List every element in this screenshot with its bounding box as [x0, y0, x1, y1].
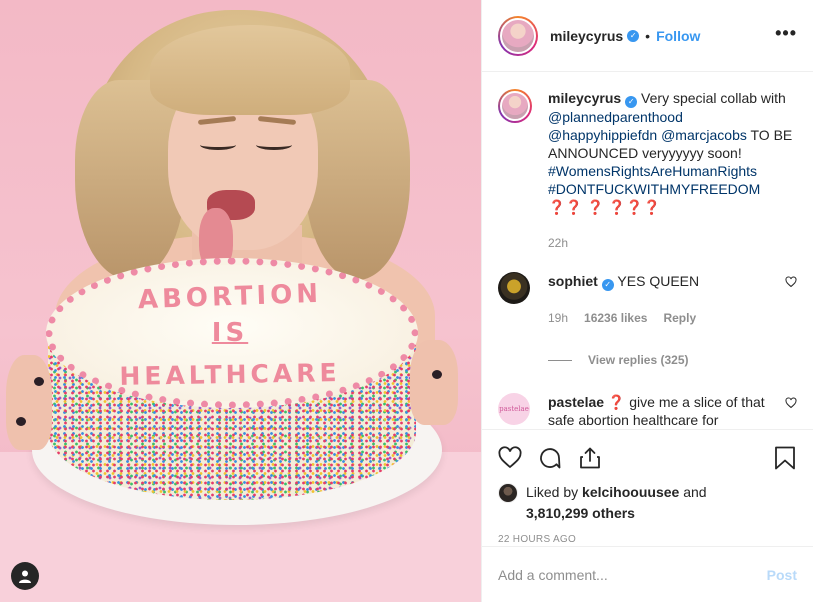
fringe — [150, 25, 350, 115]
share-icon — [580, 447, 600, 469]
likes-summary: Liked by kelcihoouusee and 3,810,299 oth… — [498, 482, 797, 524]
hashtag-link[interactable]: #DONTFUCKWITHMYFREEDOM — [548, 181, 760, 197]
caption: mileycyrus ✓ Very special collab with @pl… — [498, 89, 797, 252]
likes-middle: and — [679, 484, 707, 500]
comment-username[interactable]: pastelae — [548, 394, 604, 410]
mention-link[interactable]: @marcjacobs — [661, 127, 747, 143]
user-tag-icon — [19, 570, 31, 583]
comment-body: pastelae ❓ give me a slice of that safe … — [548, 393, 793, 429]
author-avatar-image — [500, 17, 536, 54]
cake-text-line-2: IS — [211, 318, 249, 348]
author-avatar[interactable] — [498, 15, 538, 56]
nail — [34, 377, 44, 386]
liker-username[interactable]: kelcihoouusee — [582, 484, 679, 500]
bookmark-icon — [775, 446, 795, 470]
caption-avatar[interactable] — [498, 89, 532, 123]
comment-avatar-text: pastelae — [499, 405, 529, 413]
post-actions: Liked by kelcihoouusee and 3,810,299 oth… — [482, 429, 813, 545]
save-button[interactable] — [765, 438, 805, 478]
heart-icon — [498, 446, 522, 469]
post-photo[interactable]: ABORTION IS HEALTHCARE — [0, 0, 481, 602]
right-hand — [410, 340, 458, 425]
post-timestamp[interactable]: 22 HOURS AGO — [498, 534, 797, 545]
comment-meta: 19h 16236 likes Reply — [548, 309, 793, 327]
likes-count[interactable]: 3,810,299 others — [526, 505, 635, 521]
left-eye — [200, 140, 236, 150]
divider — [548, 359, 572, 361]
caption-meta: 22h — [548, 234, 793, 252]
comment-text: YES QUEEN — [613, 273, 700, 289]
user-tag-button[interactable] — [11, 562, 39, 590]
caption-username[interactable]: mileycyrus — [548, 90, 621, 106]
verified-icon: ✓ — [627, 29, 640, 42]
caption-text: Very special collab with — [637, 90, 786, 106]
more-icon[interactable]: ••• — [775, 24, 797, 42]
comment-body: sophiet ✓ YES QUEEN 19h 16236 likes Reply — [548, 272, 793, 327]
add-comment-bar: Post — [482, 546, 813, 602]
reply-button[interactable]: Reply — [663, 309, 696, 327]
nail — [432, 370, 442, 379]
action-icons — [498, 438, 797, 478]
comment: sophiet ✓ YES QUEEN 19h 16236 likes Reply — [498, 272, 797, 327]
caption-body: mileycyrus ✓ Very special collab with @pl… — [548, 89, 793, 252]
caption-avatar-image — [500, 91, 530, 121]
comment-icon — [540, 448, 561, 469]
left-hand — [6, 355, 52, 450]
comment-button[interactable] — [530, 438, 570, 478]
like-button[interactable] — [490, 438, 530, 478]
comment-heart-icon[interactable] — [785, 397, 797, 409]
post-comment-button[interactable]: Post — [767, 567, 797, 583]
caption-emoji: ❓❓ ❓ ❓❓❓ — [548, 199, 661, 215]
comment-avatar[interactable]: pastelae — [498, 393, 530, 425]
likes-text: Liked by kelcihoouusee and 3,810,299 oth… — [526, 482, 707, 524]
comment-username[interactable]: sophiet — [548, 273, 598, 289]
likes-prefix: Liked by — [526, 484, 583, 500]
liker-avatar[interactable] — [498, 483, 518, 503]
view-replies-button[interactable]: View replies (325) — [548, 353, 797, 367]
comment-likes[interactable]: 16236 likes — [584, 309, 647, 327]
caption-time[interactable]: 22h — [548, 234, 568, 252]
share-button[interactable] — [570, 438, 610, 478]
verified-icon: ✓ — [625, 96, 638, 108]
comments-list[interactable]: mileycyrus ✓ Very special collab with @pl… — [482, 73, 813, 429]
follow-button[interactable]: Follow — [656, 28, 700, 44]
hashtag-link[interactable]: #WomensRightsAreHumanRights — [548, 163, 757, 179]
mention-link[interactable]: @plannedparenthood — [548, 109, 683, 125]
verified-icon: ✓ — [601, 279, 614, 291]
view-replies-label: View replies (325) — [588, 353, 689, 367]
separator-dot: • — [645, 27, 651, 44]
author-username[interactable]: mileycyrus — [550, 28, 623, 44]
comment-time[interactable]: 19h — [548, 309, 568, 327]
mention-link[interactable]: @happyhippiefdn — [548, 127, 657, 143]
comment-avatar[interactable] — [498, 272, 530, 304]
nail — [16, 417, 26, 426]
post-side-panel: mileycyrus ✓ • Follow ••• mileycyrus ✓ Ve… — [481, 0, 813, 602]
post-header: mileycyrus ✓ • Follow ••• — [482, 0, 813, 72]
comment: pastelae pastelae ❓ give me a slice of t… — [498, 393, 797, 429]
comment-heart-icon[interactable] — [785, 276, 797, 288]
comment-input[interactable] — [498, 566, 767, 583]
right-eye — [256, 140, 292, 150]
cake-text-line-3: HEALTHCARE — [119, 358, 341, 391]
